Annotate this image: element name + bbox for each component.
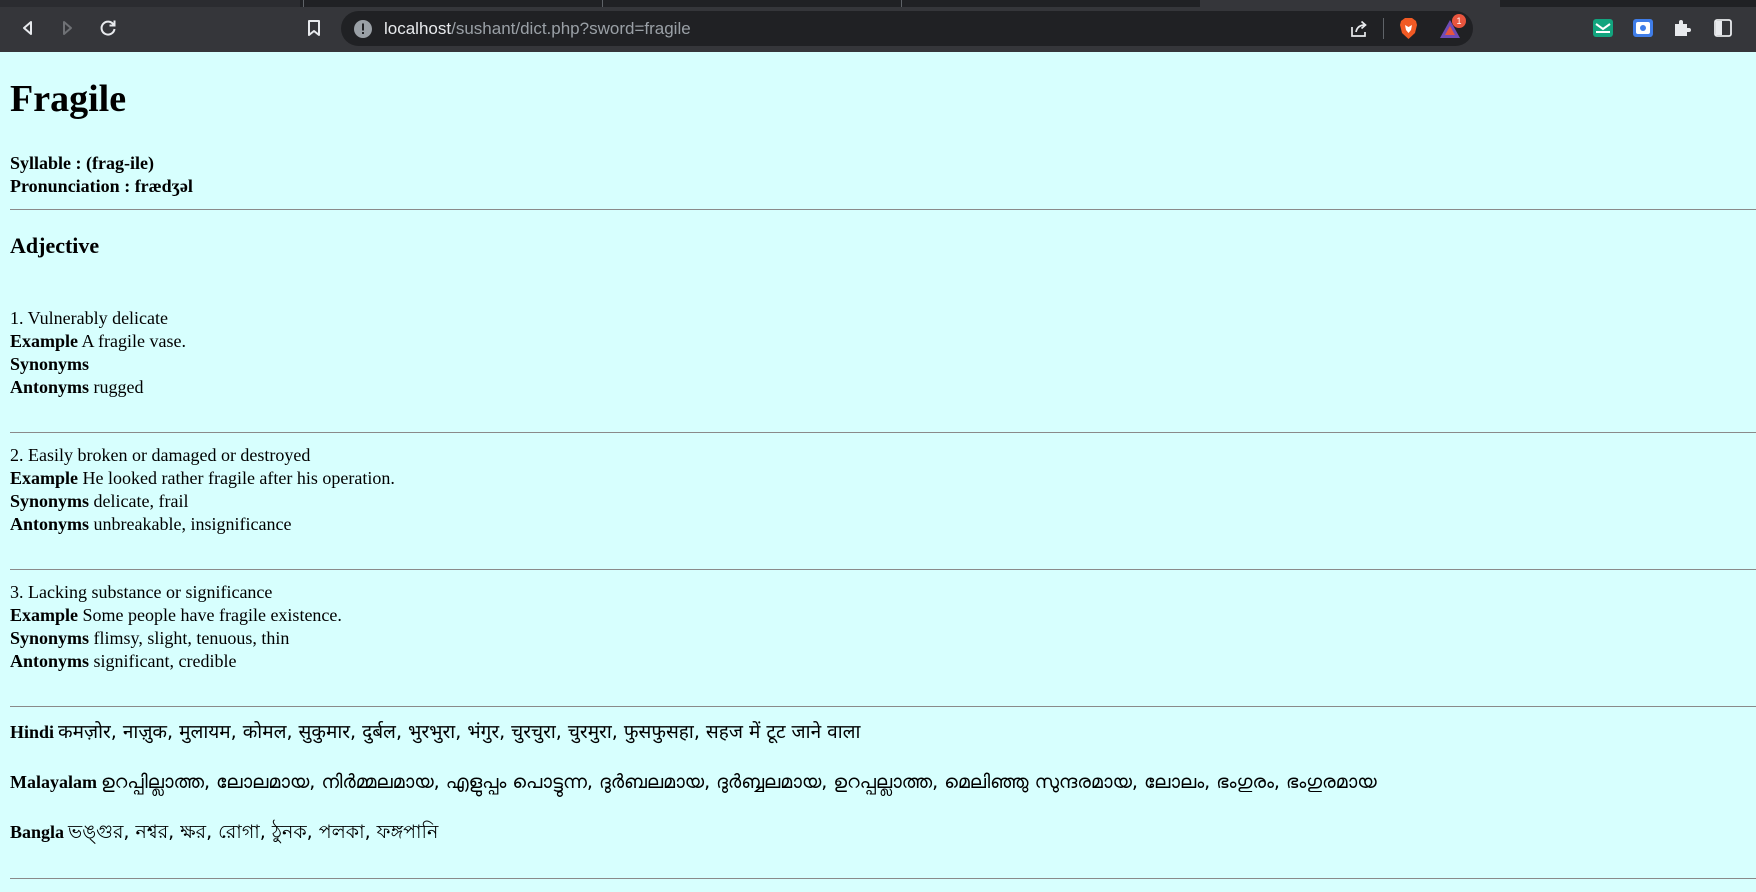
divider [10,209,1756,210]
example-label: Example [10,331,79,351]
url-text: localhost/sushant/dict.php?sword=fragile [384,19,691,39]
notification-badge: 1 [1452,14,1466,28]
brave-shield-icon[interactable] [1398,17,1419,40]
example-text: Some people have fragile existence. [82,605,342,625]
syllable-label: Syllable : [10,153,82,173]
url-path: /sushant/dict.php?sword=fragile [451,19,691,38]
dictionary-page: Fragile Syllable : (frag-ile) Pronunciat… [0,52,1756,892]
tab-separator [303,0,304,7]
tab-separator [602,0,603,7]
divider [10,878,1756,879]
example-text: A fragile vase. [81,331,186,351]
sense-antonyms: Antonyms rugged [10,376,144,399]
divider [10,569,1756,570]
sense-antonyms: Antonyms unbreakable, insignificance [10,513,291,536]
word-title: Fragile [10,78,127,120]
tab-strip [0,0,1756,7]
sense-synonyms: Synonyms [10,353,89,376]
sense-synonyms: Synonyms delicate, frail [10,490,188,513]
synonyms-label: Synonyms [10,628,90,648]
reload-icon [100,20,116,36]
sense-synonyms: Synonyms flimsy, slight, tenuous, thin [10,627,289,650]
share-icon[interactable] [1349,19,1369,39]
extension-screen-icon[interactable] [1632,18,1654,38]
back-button[interactable] [14,14,42,42]
pronunciation-row: Pronunciation : frædʒəl [10,175,193,198]
sense-definition: 2. Easily broken or damaged or destroyed [10,445,311,465]
reload-button[interactable] [94,14,122,42]
translation-language: Hindi [10,722,55,742]
translation-language: Malayalam [10,772,97,792]
pronunciation-value: frædʒəl [134,176,193,196]
synonyms-text: delicate, frail [93,491,189,511]
bookmark-button[interactable] [300,14,328,42]
translation-text: ভঙ্গুর, নশ্বর, ক্ষর, রোগা, ঠুনক, পলকা, ফ… [68,821,439,843]
translation-language: Bangla [10,822,65,842]
browser-toolbar: localhost/sushant/dict.php?sword=fragile… [0,0,1756,52]
tab-separator [901,0,902,7]
translation-hindi: Hindi कमज़ोर, नाज़ुक, मुलायम, कोमल, सुकु… [10,719,860,747]
extension-mail-icon[interactable] [1592,18,1614,38]
sense-example: Example He looked rather fragile after h… [10,467,395,490]
tab-active[interactable] [1200,0,1500,7]
synonyms-text: flimsy, slight, tenuous, thin [93,628,290,648]
translation-bangla: Bangla ভঙ্গুর, নশ্বর, ক্ষর, রোগা, ঠুনক, … [10,819,438,847]
sense-definition: 3. Lacking substance or significance [10,582,273,602]
example-label: Example [10,605,79,625]
antonyms-text: rugged [93,377,144,397]
url-host: localhost [384,19,452,38]
sidebar-icon[interactable] [1713,18,1733,38]
example-label: Example [10,468,79,488]
antonyms-text: unbreakable, insignificance [93,514,292,534]
extensions-puzzle-icon[interactable] [1672,18,1692,38]
syllable-value: (frag-ile) [86,153,154,173]
antonyms-label: Antonyms [10,377,90,397]
synonyms-label: Synonyms [10,491,90,511]
example-text: He looked rather fragile after his opera… [82,468,395,488]
antonyms-text: significant, credible [93,651,237,671]
antonyms-label: Antonyms [10,514,90,534]
synonyms-label: Synonyms [10,354,90,374]
sense-example: Example Some people have fragile existen… [10,604,342,627]
translation-text: ഉറപ്പില്ലാത്ത, ലോലമായ, നിർമ്മലമായ, എളുപ്… [101,771,1377,793]
bookmark-icon [308,20,320,36]
back-icon [23,21,32,35]
part-of-speech: Adjective [10,233,100,258]
antonyms-label: Antonyms [10,651,90,671]
sense-example: Example A fragile vase. [10,330,186,353]
site-info-icon[interactable] [353,19,373,39]
forward-button[interactable] [53,14,81,42]
forward-icon [63,21,72,35]
sense-definition: 1. Vulnerably delicate [10,308,169,328]
pronunciation-label: Pronunciation : [10,176,131,196]
divider [10,706,1756,707]
translation-text: कमज़ोर, नाज़ुक, मुलायम, कोमल, सुकुमार, द… [58,721,861,743]
tab[interactable] [0,0,300,7]
sense-antonyms: Antonyms significant, credible [10,650,236,673]
divider [10,432,1756,433]
address-bar[interactable]: localhost/sushant/dict.php?sword=fragile… [341,11,1473,46]
omnibox-divider [1383,18,1384,39]
syllable-row: Syllable : (frag-ile) [10,152,154,175]
translation-malayalam: Malayalam ഉറപ്പില്ലാത്ത, ലോലമായ, നിർമ്മല… [10,769,1377,797]
